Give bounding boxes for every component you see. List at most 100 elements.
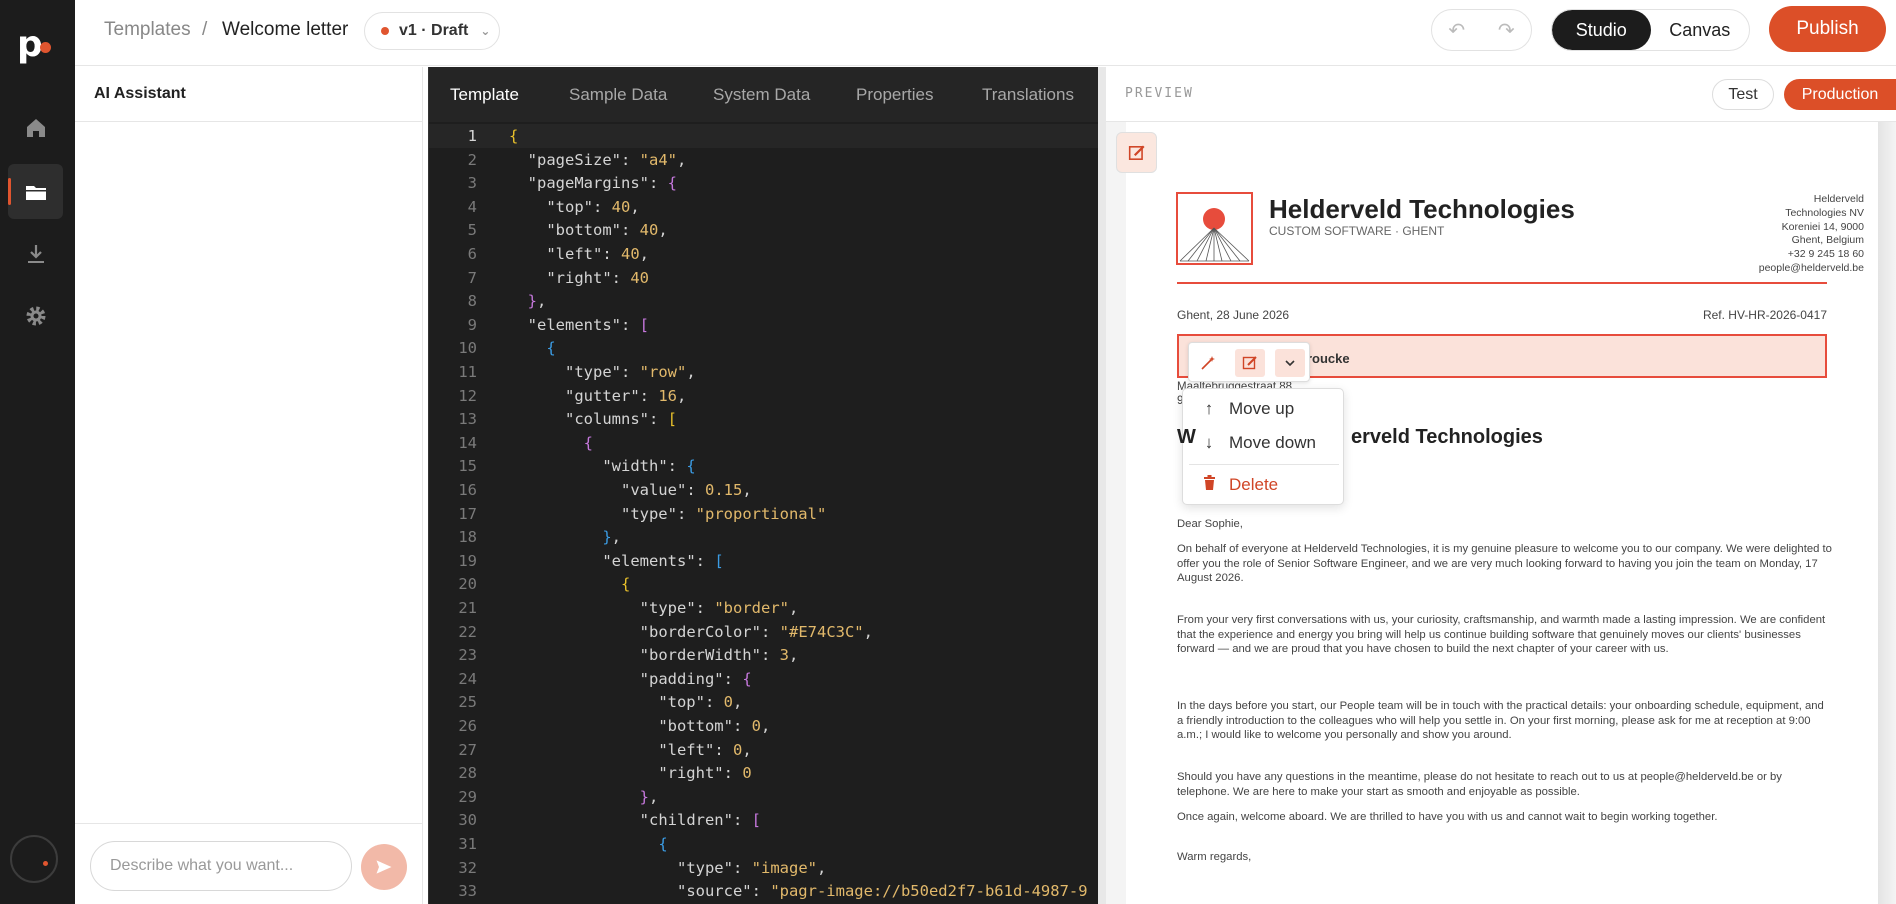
tab-sample-data[interactable]: Sample Data	[569, 85, 667, 105]
breadcrumb-templates[interactable]: Templates	[104, 19, 191, 41]
redo-icon[interactable]: ↷	[1498, 18, 1515, 43]
code-line[interactable]: 29 },	[429, 785, 1099, 809]
code-line[interactable]: 10 {	[429, 336, 1099, 360]
line-number: 10	[458, 339, 477, 358]
code-line[interactable]: 18 },	[429, 525, 1099, 549]
code-line[interactable]: 11 "type": "row",	[429, 360, 1099, 384]
code-text: "borderColor": "#E74C3C",	[639, 622, 873, 641]
code-line[interactable]: 14 {	[429, 431, 1099, 455]
folder-icon[interactable]	[8, 164, 63, 219]
line-number: 9	[467, 315, 477, 334]
line-number: 6	[467, 245, 477, 263]
code-line[interactable]: 16 "value": 0.15,	[429, 478, 1099, 502]
line-number: 30	[458, 811, 477, 830]
code-line[interactable]: 2 "pageSize": "a4",	[429, 148, 1099, 172]
company-address: Helderveld Technologies NV Koreniei 14, …	[1664, 193, 1864, 276]
code-line[interactable]: 7 "right": 40	[429, 266, 1099, 290]
app-logo[interactable]: p	[17, 24, 59, 65]
canvas-mode-button[interactable]: Canvas	[1651, 10, 1750, 50]
code-line[interactable]: 33 "source": "pagr-image://b50ed2f7-b61d…	[429, 879, 1099, 903]
tab-template[interactable]: Template	[450, 85, 519, 105]
code-line[interactable]: 27 "left": 0,	[429, 738, 1099, 762]
code-line[interactable]: 25 "top": 0,	[429, 690, 1099, 714]
page-edge	[1878, 122, 1896, 904]
code-line[interactable]: 15 "width": {	[429, 454, 1099, 478]
company-logo	[1176, 192, 1253, 265]
code-editor-panel: Template Sample Data System Data Propert…	[428, 67, 1099, 904]
address-line: +32 9 245 18 60	[1787, 248, 1864, 261]
download-icon[interactable]	[8, 226, 63, 281]
header-divider	[1177, 282, 1827, 284]
move-up-item[interactable]: ↑ Move up	[1199, 399, 1294, 419]
panel-resize-handle[interactable]	[1098, 67, 1106, 904]
publish-button[interactable]: Publish	[1769, 6, 1886, 52]
code-line[interactable]: 32 "type": "image",	[429, 856, 1099, 880]
ai-prompt-input[interactable]: Describe what you want...	[90, 841, 352, 891]
ai-sparkle-icon[interactable]	[1193, 349, 1223, 377]
history-controls: ↶ ↷	[1431, 9, 1532, 51]
line-number: 32	[458, 858, 477, 877]
code-text: "pageSize": "a4",	[527, 150, 687, 169]
line-number: 31	[458, 835, 477, 853]
code-line[interactable]: 13 "columns": [	[429, 407, 1099, 431]
code-text: "type": "image",	[676, 858, 827, 877]
line-number: 4	[467, 197, 477, 216]
user-avatar[interactable]	[10, 835, 58, 883]
line-number: 14	[458, 433, 477, 452]
ai-assistant-panel: AI Assistant Describe what you want...	[75, 67, 423, 904]
code-line[interactable]: 31 {	[429, 832, 1099, 856]
code-line[interactable]: 20 {	[429, 572, 1099, 596]
salutation: Dear Sophie,	[1177, 518, 1243, 530]
code-text: {	[509, 127, 519, 145]
line-number: 25	[458, 693, 477, 712]
move-down-item[interactable]: ↓ Move down	[1199, 433, 1316, 453]
mode-toggle: Studio Canvas	[1551, 9, 1750, 51]
studio-mode-button[interactable]: Studio	[1552, 10, 1651, 50]
line-number: 11	[458, 363, 477, 381]
code-line[interactable]: 28 "right": 0	[429, 761, 1099, 785]
letter-heading-start: W	[1177, 426, 1196, 448]
tab-properties[interactable]: Properties	[856, 85, 933, 105]
undo-icon[interactable]: ↶	[1448, 18, 1465, 43]
code-line[interactable]: 21 "type": "border",	[429, 596, 1099, 620]
code-line[interactable]: 4 "top": 40,	[429, 195, 1099, 219]
divider	[75, 121, 423, 122]
chevron-down-icon[interactable]	[1275, 349, 1305, 377]
send-icon[interactable]	[361, 844, 407, 890]
preview-panel: PREVIEW Test Production Helderveld Techn…	[1106, 67, 1896, 904]
code-line[interactable]: 12 "gutter": 16,	[429, 384, 1099, 408]
code-line[interactable]: 19 "elements": [	[429, 549, 1099, 573]
line-number: 18	[458, 528, 477, 547]
tab-system-data[interactable]: System Data	[713, 85, 810, 105]
delete-item[interactable]: Delete	[1199, 475, 1278, 495]
code-line[interactable]: 24 "padding": {	[429, 667, 1099, 691]
code-line[interactable]: 17 "type": "proportional"	[429, 502, 1099, 526]
code-area[interactable]: 1{2 "pageSize": "a4", 3 "pageMargins": {4…	[429, 122, 1099, 904]
body-paragraph: In the days before you start, our People…	[1177, 700, 1824, 741]
code-line[interactable]: 1{	[429, 124, 1099, 148]
code-text: {	[658, 835, 668, 853]
line-number: 24	[458, 669, 477, 688]
code-line[interactable]: 30 "children": [	[429, 808, 1099, 832]
line-number: 1	[467, 127, 477, 145]
code-line[interactable]: 8 },	[429, 289, 1099, 313]
code-line[interactable]: 26 "bottom": 0,	[429, 714, 1099, 738]
code-text: "value": 0.15,	[620, 481, 752, 499]
code-line[interactable]: 23 "borderWidth": 3,	[429, 643, 1099, 667]
edit-icon[interactable]	[1235, 349, 1265, 377]
closing: Warm regards,	[1177, 851, 1252, 863]
line-number: 17	[458, 504, 477, 523]
code-line[interactable]: 22 "borderColor": "#E74C3C",	[429, 620, 1099, 644]
edit-icon[interactable]	[1116, 132, 1157, 173]
code-line[interactable]: 3 "pageMargins": {	[429, 171, 1099, 195]
gear-icon[interactable]	[8, 288, 63, 343]
tab-translations[interactable]: Translations	[982, 85, 1074, 105]
code-text: "right": 0	[658, 764, 752, 783]
env-production-button[interactable]: Production	[1784, 79, 1896, 110]
code-line[interactable]: 9 "elements": [	[429, 313, 1099, 337]
code-line[interactable]: 6 "left": 40,	[429, 242, 1099, 266]
env-test-button[interactable]: Test	[1712, 79, 1774, 110]
home-icon[interactable]	[8, 100, 63, 155]
code-line[interactable]: 5 "bottom": 40,	[429, 218, 1099, 242]
version-dropdown[interactable]: v1 · Draft ⌄	[364, 12, 500, 50]
